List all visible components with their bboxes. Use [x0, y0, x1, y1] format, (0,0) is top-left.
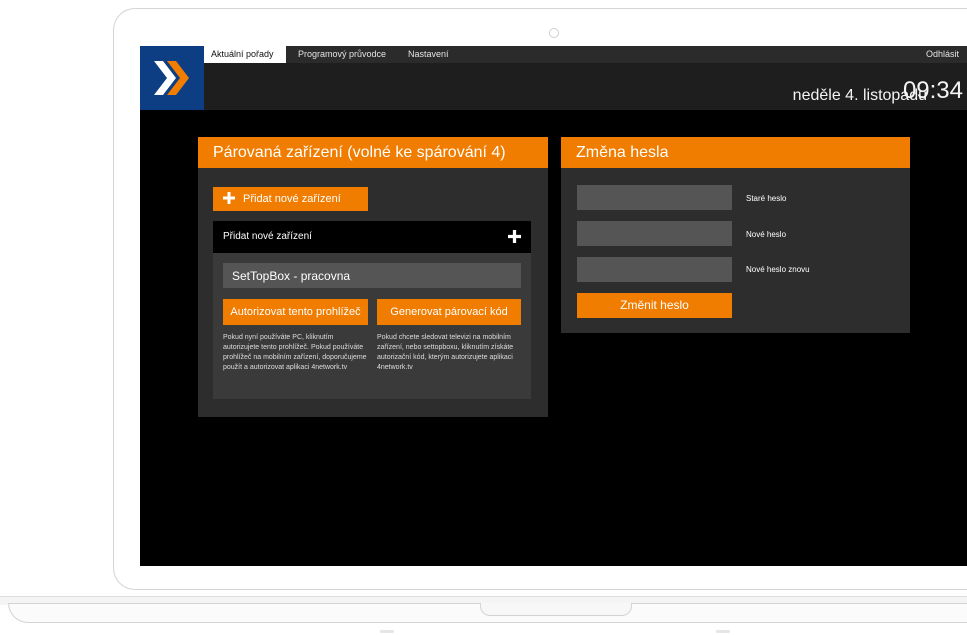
- add-device-section-title: Přidat nové zařízení: [223, 231, 312, 242]
- add-device-button[interactable]: Přidat nové zařízení: [213, 187, 368, 211]
- new-password-label: Nové heslo: [746, 230, 787, 239]
- paired-devices-panel: Párovaná zařízení (volné ke spárování 4)…: [198, 137, 548, 417]
- add-device-section-header: Přidat nové zařízení: [213, 221, 531, 253]
- current-time: 09:34: [902, 77, 963, 104]
- laptop-foot: [380, 630, 394, 633]
- header-bar: neděle 4. listopadu 09:34: [204, 63, 967, 110]
- camera-icon: [549, 28, 559, 38]
- tab-current-shows[interactable]: Aktuální pořady: [204, 46, 286, 63]
- app-screen: Aktuální pořady Programový průvodce Nast…: [140, 46, 967, 566]
- tab-settings[interactable]: Nastavení: [401, 46, 456, 63]
- laptop-notch: [480, 603, 632, 616]
- add-device-label: Přidat nové zařízení: [243, 193, 341, 205]
- laptop-foot: [716, 630, 730, 633]
- logout-link[interactable]: Odhlásit: [926, 46, 959, 63]
- old-password-label: Staré heslo: [746, 194, 787, 203]
- change-password-button[interactable]: Změnit heslo: [577, 293, 732, 318]
- add-device-form: Autorizovat tento prohlížeč Generovat pá…: [213, 253, 531, 399]
- change-password-panel: Změna hesla Staré heslo Nové heslo Nové …: [561, 137, 910, 333]
- generate-pairing-code-button[interactable]: Generovat párovací kód: [377, 299, 521, 325]
- old-password-input[interactable]: [577, 185, 732, 210]
- tab-program-guide[interactable]: Programový průvodce: [291, 46, 393, 63]
- repeat-password-input[interactable]: [577, 257, 732, 282]
- top-navigation: Aktuální pořady Programový průvodce Nast…: [204, 46, 967, 63]
- repeat-password-label: Nové heslo znovu: [746, 265, 810, 274]
- authorize-browser-button[interactable]: Autorizovat tento prohlížeč: [223, 299, 368, 325]
- plus-icon[interactable]: [508, 230, 521, 243]
- double-chevron-icon: [154, 61, 189, 95]
- device-name-input[interactable]: [223, 263, 521, 288]
- brand-logo[interactable]: [140, 46, 204, 110]
- paired-devices-title: Párovaná zařízení (volné ke spárování 4): [198, 137, 548, 168]
- authorize-help-text: Pokud nyní používáte PC, kliknutím autor…: [223, 334, 367, 371]
- new-password-input[interactable]: [577, 221, 732, 246]
- plus-icon: [223, 192, 235, 204]
- generate-help-text: Pokud chcete sledovat televizi na mobiln…: [377, 334, 514, 371]
- change-password-title: Změna hesla: [561, 137, 910, 168]
